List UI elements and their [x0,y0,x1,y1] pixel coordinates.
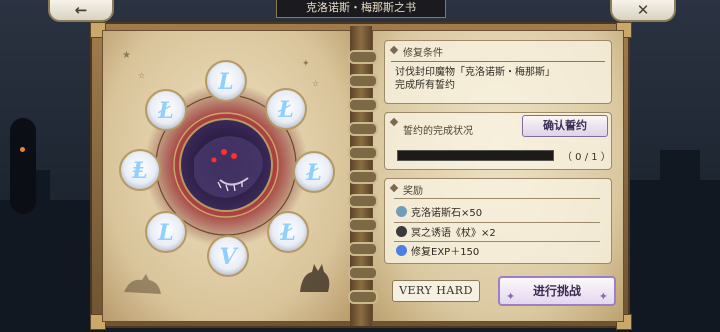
svg-text:☆: ☆ [138,71,145,80]
side-menu-handle[interactable] [10,118,36,214]
binding-ring [348,242,378,256]
svg-text:Ł: Ł [279,220,296,246]
binding-ring [348,122,378,136]
ornament-icon: ✦ [598,290,608,303]
progress-text: （ 0 / 1 ） [562,152,611,163]
confirm-pledge-button[interactable]: 确认誓约 [522,115,608,137]
reward-label: 冥之诱语《杖》×2 [411,228,496,239]
binding-ring [348,146,378,160]
binding-ring [348,218,378,232]
reward-item: 修复EXP＋150 [396,243,596,258]
reward-label: 克洛诺斯石×50 [411,208,483,219]
svg-text:Ł: Ł [277,97,294,123]
binding-ring [348,50,378,64]
condition-line: 讨伐封印魔物「克洛诺斯・梅那斯」 [395,67,555,78]
svg-text:☆: ☆ [312,79,319,88]
condition-line: 完成所有誓约 [395,80,455,91]
svg-text:Ł: Ł [157,98,174,124]
reward-item: 冥之诱语《杖》×2 [396,224,596,239]
page-title: 克洛诺斯・梅那斯之书 [276,0,446,18]
svg-text:L: L [217,69,233,95]
svg-text:★: ★ [122,50,131,61]
svg-text:Ⅴ: Ⅴ [219,244,238,270]
reward-item: 克洛诺斯石×50 [396,204,596,219]
reward-label: 修复EXP＋150 [411,247,480,258]
back-button[interactable]: ← [48,0,114,22]
binding-ring [348,194,378,208]
exp-icon [396,245,407,256]
conditions-heading: 修复条件 [385,41,611,59]
challenge-label: 进行挑战 [532,284,581,298]
rewards-heading: 奖励 [385,179,611,197]
stone-icon [396,206,407,217]
ornament-icon: ✦ [506,290,516,303]
difficulty-button[interactable]: VERY HARD [392,280,480,302]
svg-text:✦: ✦ [302,59,310,69]
start-challenge-button[interactable]: ✦ 进行挑战 ✦ [498,276,616,306]
notification-dot [20,147,25,152]
binding-ring [348,98,378,112]
staff-icon [396,226,407,237]
arrow-left-icon: ← [74,1,88,19]
binding-ring [348,266,378,280]
seal-illustration: ★ ☆ ✦ ☆ L Ł Ł Ł Ⅴ Ⅼ Ⱡ Ł [119,50,335,294]
close-button[interactable]: ✕ [610,0,676,22]
binding-ring [348,170,378,184]
pledge-progress-bar [397,150,554,161]
svg-text:Ⅼ: Ⅼ [157,220,173,246]
conditions-panel: 修复条件 讨伐封印魔物「克洛诺斯・梅那斯」 完成所有誓约 [384,40,612,104]
svg-text:Ł: Ł [305,160,322,186]
svg-text:Ⱡ: Ⱡ [131,158,147,184]
close-icon: ✕ [636,1,650,19]
binding-ring [348,74,378,88]
binding-ring [348,290,378,304]
